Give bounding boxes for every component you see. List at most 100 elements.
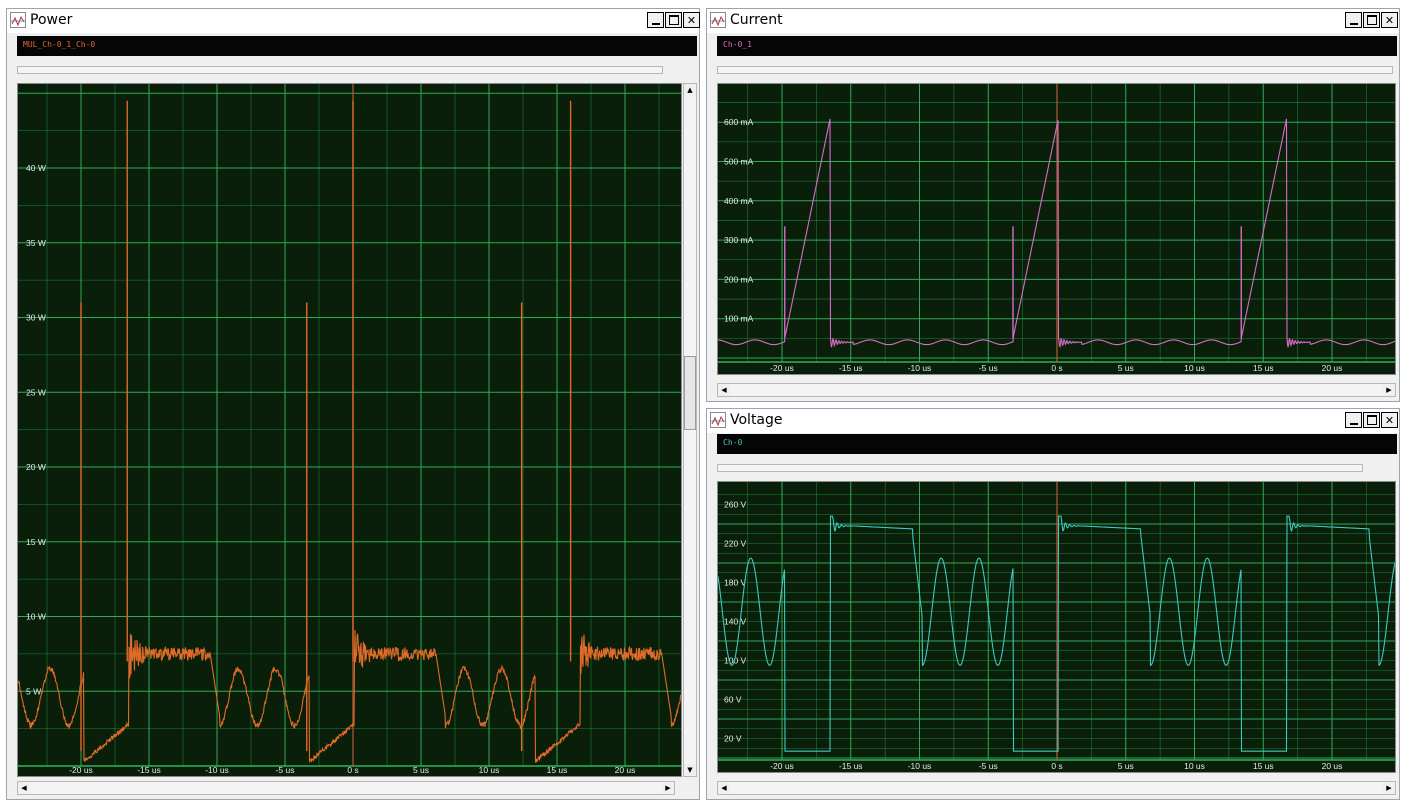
waveform-window-icon[interactable]	[10, 12, 26, 28]
y-tick-label: 35 W	[26, 238, 46, 248]
scroll-left-button[interactable]: ◀	[718, 384, 730, 396]
maximize-icon	[1366, 15, 1377, 25]
horizontal-scrollbar[interactable]: ◀ ▶	[717, 781, 1396, 795]
scroll-left-button[interactable]: ◀	[718, 782, 730, 794]
scroll-left-icon: ◀	[721, 386, 727, 394]
scroll-right-icon: ▶	[1386, 784, 1392, 792]
current-window: Current ✕ Ch-0_1 600 mA 500 mA 400 mA 300 m…	[706, 8, 1400, 402]
y-tick-label: 260 V	[724, 500, 747, 510]
close-button[interactable]: ✕	[683, 12, 700, 28]
trace	[18, 629, 681, 763]
scroll-thumb[interactable]	[684, 356, 696, 430]
close-icon: ✕	[686, 13, 697, 27]
scroll-down-button[interactable]: ▼	[684, 764, 696, 776]
y-tick-label: 200 mA	[724, 274, 754, 284]
x-tick-label: -10 us	[908, 761, 932, 771]
y-tick-label: 5 W	[26, 686, 41, 696]
y-tick-label: 10 W	[26, 612, 46, 622]
minimize-button[interactable]	[1345, 412, 1362, 428]
horizontal-scrollbar[interactable]: ◀ ▶	[17, 781, 675, 795]
position-slider[interactable]	[17, 66, 663, 74]
close-button[interactable]: ✕	[1381, 412, 1398, 428]
channel-label: MUL_Ch-0_1_Ch-0	[23, 40, 96, 49]
x-tick-label: -5 us	[979, 363, 998, 373]
scroll-right-button[interactable]: ▶	[662, 782, 674, 794]
scroll-left-icon: ◀	[21, 784, 27, 792]
channel-bar: MUL_Ch-0_1_Ch-0	[17, 36, 697, 56]
current-plot[interactable]: 600 mA 500 mA 400 mA 300 mA 200 mA 100 mA -20 …	[717, 83, 1396, 375]
position-slider[interactable]	[717, 464, 1363, 472]
current-titlebar[interactable]: Current ✕	[707, 9, 1399, 33]
y-tick-label: 15 W	[26, 537, 46, 547]
x-tick-label: 20 us	[1322, 363, 1343, 373]
y-tick-label: 20 V	[724, 734, 742, 744]
maximize-button[interactable]	[1363, 412, 1380, 428]
scroll-up-button[interactable]: ▲	[684, 84, 696, 96]
y-tick-label: 25 W	[26, 387, 46, 397]
scroll-left-button[interactable]: ◀	[18, 782, 30, 794]
power-plot[interactable]: 40 W 35 W 30 W 25 W 20 W 15 W 10 W 5 W -20 us -15…	[17, 83, 682, 777]
voltage-plot[interactable]: 260 V 220 V 180 V 140 V 100 V 60 V 20 V -20 us -…	[717, 481, 1396, 773]
channel-label: Ch-0	[723, 438, 743, 447]
maximize-icon	[1366, 415, 1377, 425]
position-slider[interactable]	[717, 66, 1393, 74]
power-titlebar[interactable]: Power ✕	[7, 9, 700, 33]
close-button[interactable]: ✕	[1381, 12, 1398, 28]
x-tick-label: 5 us	[413, 765, 429, 775]
scroll-right-button[interactable]: ▶	[1383, 782, 1395, 794]
close-icon: ✕	[1384, 413, 1395, 427]
y-tick-label: 300 mA	[724, 235, 754, 245]
x-tick-label: -5 us	[276, 765, 295, 775]
x-tick-label: -15 us	[839, 363, 863, 373]
x-tick-label: 20 us	[1322, 761, 1343, 771]
minimize-icon	[1349, 23, 1358, 25]
y-tick-label: 20 W	[26, 462, 46, 472]
x-tick-label: -5 us	[979, 761, 998, 771]
x-tick-label: 10 us	[1184, 761, 1205, 771]
minimize-icon	[1349, 423, 1358, 425]
x-tick-label: 15 us	[1253, 363, 1274, 373]
y-tick-label: 500 mA	[724, 157, 754, 167]
power-window: Power ✕ MUL_Ch-0_1_Ch-0 40 W 35 W 30 W 25 W…	[6, 8, 700, 800]
voltage-window: Voltage ✕ Ch-0 260 V 220 V 180 V 140 V 100 V…	[706, 408, 1400, 800]
y-tick-label: 220 V	[724, 539, 747, 549]
y-tick-label: 180 V	[724, 578, 747, 588]
minimize-button[interactable]	[647, 12, 664, 28]
x-tick-label: 0 s	[347, 765, 358, 775]
maximize-button[interactable]	[1363, 12, 1380, 28]
window-title: Voltage	[730, 412, 783, 428]
x-tick-label: 0 s	[1051, 761, 1062, 771]
x-tick-label: -20 us	[770, 363, 794, 373]
voltage-titlebar[interactable]: Voltage ✕	[707, 409, 1399, 433]
channel-bar: Ch-0_1	[717, 36, 1397, 56]
y-tick-label: 600 mA	[724, 117, 754, 127]
x-tick-label: -15 us	[137, 765, 161, 775]
scroll-up-icon: ▲	[687, 86, 693, 94]
x-tick-label: -20 us	[69, 765, 93, 775]
scroll-right-button[interactable]: ▶	[1383, 384, 1395, 396]
x-tick-label: -15 us	[839, 761, 863, 771]
vertical-scrollbar[interactable]: ▲ ▼	[683, 83, 697, 777]
minimize-button[interactable]	[1345, 12, 1362, 28]
maximize-button[interactable]	[665, 12, 682, 28]
y-tick-label: 100 mA	[724, 314, 754, 324]
channel-bar: Ch-0	[717, 434, 1397, 454]
scroll-down-icon: ▼	[687, 766, 693, 774]
close-icon: ✕	[1384, 13, 1395, 27]
y-tick-label: 60 V	[724, 695, 742, 705]
scroll-right-icon: ▶	[1386, 386, 1392, 394]
x-tick-label: 10 us	[1184, 363, 1205, 373]
x-tick-label: -10 us	[908, 363, 932, 373]
channel-label: Ch-0_1	[723, 40, 752, 49]
horizontal-scrollbar[interactable]: ◀ ▶	[717, 383, 1396, 397]
window-title: Current	[730, 12, 783, 28]
waveform-window-icon[interactable]	[710, 412, 726, 428]
y-tick-label: 400 mA	[724, 196, 754, 206]
scroll-left-icon: ◀	[721, 784, 727, 792]
scroll-right-icon: ▶	[665, 784, 671, 792]
maximize-icon	[668, 15, 679, 25]
waveform-window-icon[interactable]	[710, 12, 726, 28]
x-tick-label: 10 us	[479, 765, 500, 775]
y-tick-label: 40 W	[26, 163, 46, 173]
window-title: Power	[30, 12, 73, 28]
